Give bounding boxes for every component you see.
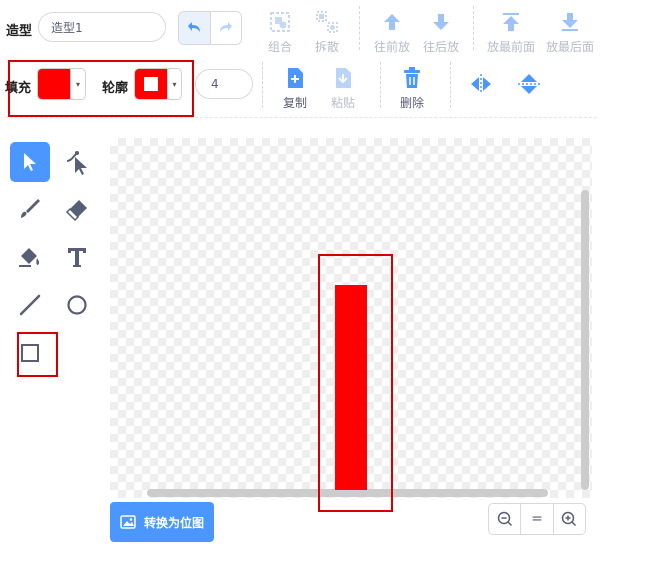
- backward-button[interactable]: 往后放: [421, 10, 461, 55]
- fill-tool[interactable]: [10, 237, 50, 277]
- zoom-out-button[interactable]: [489, 504, 520, 534]
- eraser-icon: [65, 200, 87, 221]
- convert-to-bitmap-label: 转换为位图: [143, 515, 204, 530]
- zoom-controls: =: [488, 503, 586, 535]
- line-tool[interactable]: [10, 285, 50, 325]
- outline-inner-square-icon: [144, 77, 158, 91]
- brush-icon: [21, 199, 40, 218]
- flip-horizontal-icon: [471, 74, 491, 94]
- costume-name-input[interactable]: 造型1: [38, 12, 166, 42]
- zoom-in-icon: [562, 511, 577, 527]
- divider: [380, 62, 381, 108]
- trash-icon: [402, 66, 422, 90]
- outline-color-picker[interactable]: ▾: [134, 68, 182, 100]
- undo-redo-group: [178, 11, 242, 45]
- outline-color-swatch: [135, 69, 167, 99]
- copy-label: 复制: [282, 96, 307, 110]
- redo-icon: [218, 19, 234, 38]
- undo-button[interactable]: [179, 12, 210, 44]
- fill-color-swatch: [38, 69, 70, 99]
- convert-to-bitmap-button[interactable]: 转换为位图: [110, 502, 214, 542]
- fill-color-picker[interactable]: ▾: [37, 68, 86, 100]
- bring-to-front-icon: [500, 10, 522, 34]
- front-label: 放最前面: [486, 40, 535, 54]
- copy-button[interactable]: 复制: [280, 66, 310, 111]
- flip-vertical-button[interactable]: [518, 72, 540, 100]
- reshape-icon: [66, 151, 87, 175]
- forward-icon: [381, 10, 403, 34]
- text-icon: [68, 248, 86, 267]
- brush-tool[interactable]: [10, 189, 50, 229]
- back-button[interactable]: 放最后面: [543, 10, 597, 55]
- undo-icon: [186, 19, 202, 38]
- divider: [359, 6, 360, 50]
- ungroup-button[interactable]: 拆散: [313, 10, 341, 55]
- reshape-tool[interactable]: [57, 142, 97, 182]
- group-button[interactable]: 组合: [266, 10, 294, 55]
- toolbar-divider: [5, 117, 597, 118]
- outline-label: 轮廓: [102, 81, 129, 96]
- text-tool[interactable]: [57, 237, 97, 277]
- paint-bucket-icon: [19, 248, 40, 267]
- shape-highlight: [318, 254, 393, 512]
- line-icon: [19, 294, 41, 316]
- vertical-scrollbar[interactable]: [581, 190, 589, 490]
- divider: [473, 6, 474, 50]
- group-icon: [269, 10, 291, 34]
- image-icon: [120, 515, 136, 529]
- divider: [450, 62, 451, 108]
- arrow-pointer-icon: [24, 153, 36, 171]
- circle-icon: [67, 295, 87, 315]
- forward-label: 往前放: [373, 40, 410, 54]
- backward-icon: [430, 10, 452, 34]
- ungroup-label: 拆散: [314, 40, 339, 54]
- divider: [262, 62, 263, 108]
- eraser-tool[interactable]: [57, 189, 97, 229]
- circle-tool[interactable]: [57, 285, 97, 325]
- paste-label: 粘贴: [330, 96, 355, 110]
- paste-icon: [333, 66, 353, 90]
- back-label: 放最后面: [545, 40, 594, 54]
- rectangle-tool-highlight: [17, 332, 58, 377]
- zoom-out-icon: [497, 511, 512, 527]
- zoom-in-button[interactable]: [552, 504, 585, 534]
- select-tool[interactable]: [10, 142, 50, 182]
- delete-label: 删除: [399, 96, 424, 110]
- forward-button[interactable]: 往前放: [372, 10, 412, 55]
- chevron-down-icon: ▾: [167, 69, 181, 99]
- backward-label: 往后放: [422, 40, 459, 54]
- group-label: 组合: [267, 40, 292, 54]
- send-to-back-icon: [559, 10, 581, 34]
- redo-button[interactable]: [209, 12, 242, 44]
- paste-button[interactable]: 粘贴: [328, 66, 358, 111]
- front-button[interactable]: 放最前面: [484, 10, 538, 55]
- costume-label: 造型: [6, 24, 33, 39]
- delete-button[interactable]: 删除: [397, 66, 427, 111]
- fill-label: 填充: [5, 81, 32, 96]
- outline-width-input[interactable]: 4: [195, 69, 253, 99]
- ungroup-icon: [316, 10, 338, 34]
- chevron-down-icon: ▾: [70, 69, 85, 99]
- flip-vertical-icon: [518, 74, 540, 94]
- flip-horizontal-button[interactable]: [469, 74, 493, 98]
- copy-icon: [285, 66, 305, 90]
- zoom-reset-button[interactable]: =: [520, 504, 552, 534]
